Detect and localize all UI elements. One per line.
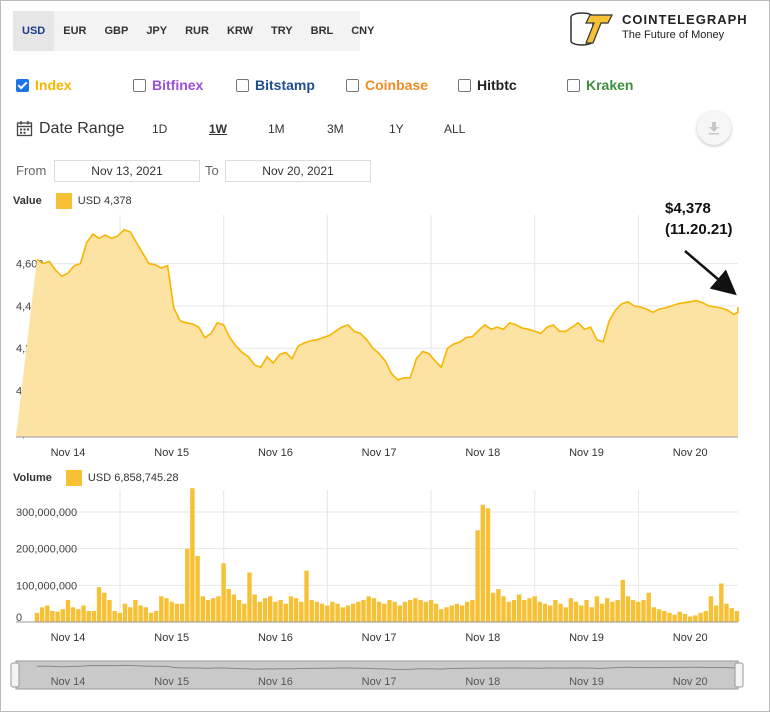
- exchange-label: Coinbase: [365, 77, 429, 93]
- exchange-kraken[interactable]: Kraken: [567, 77, 633, 93]
- logo-subtitle: The Future of Money: [622, 29, 725, 41]
- to-date-input[interactable]: [225, 160, 371, 182]
- value-legend-value: 4,378: [104, 195, 132, 207]
- calendar-icon: [16, 121, 33, 137]
- exchange-checkbox[interactable]: [458, 78, 471, 92]
- range-button-1m[interactable]: 1M: [268, 122, 285, 136]
- currency-tab-try[interactable]: TRY: [262, 11, 302, 51]
- exchange-filters: Index Bitfinex Bitstamp Coinbase Hitbtc Krake…: [16, 77, 770, 97]
- download-icon: [709, 122, 719, 135]
- range-button-all[interactable]: ALL: [444, 122, 465, 136]
- exchange-label: Kraken: [586, 77, 634, 93]
- exchange-label: Index: [35, 77, 72, 93]
- value-legend: Value USD 4,378: [13, 193, 132, 209]
- range-button-3m[interactable]: 3M: [327, 122, 344, 136]
- exchange-label: Hitbtc: [477, 77, 517, 93]
- currency-tab-eur[interactable]: EUR: [54, 11, 95, 51]
- range-button-1d[interactable]: 1D: [152, 122, 167, 136]
- volume-legend-series: USD: [87, 472, 112, 484]
- cointelegraph-logo: COINTELEGRAPH The Future of Money: [568, 9, 748, 49]
- currency-tabs: USD EUR GBP JPY RUR KRW TRY BRL CNY: [13, 11, 374, 51]
- exchange-bitfinex[interactable]: Bitfinex: [133, 77, 203, 93]
- volume-legend-title: Volume: [13, 472, 52, 484]
- range-button-1y[interactable]: 1Y: [389, 122, 404, 136]
- value-legend-series: USD: [77, 195, 101, 207]
- annotation-date: (11.20.21): [665, 221, 733, 238]
- volume-legend-value: 6,858,745.28: [114, 472, 179, 484]
- exchange-checkbox[interactable]: [236, 78, 249, 92]
- currency-tab-krw[interactable]: KRW: [218, 11, 262, 51]
- exchange-checkbox[interactable]: [133, 78, 146, 92]
- from-date-input[interactable]: [54, 160, 200, 182]
- currency-tab-jpy[interactable]: JPY: [137, 11, 176, 51]
- volume-legend-swatch: [65, 470, 82, 486]
- chart-widget-frame: [0, 0, 770, 712]
- download-button[interactable]: [697, 111, 731, 145]
- currency-tab-cny[interactable]: CNY: [342, 11, 383, 51]
- coin-stack-icon: [570, 12, 613, 46]
- date-range-row: Date Range 1D 1W 1M 3M 1Y ALL: [16, 118, 770, 140]
- exchange-coinbase[interactable]: Coinbase: [346, 77, 428, 93]
- annotation-price: $4,378: [665, 200, 711, 217]
- date-range-label: Date Range: [39, 120, 125, 137]
- exchange-checkbox[interactable]: [346, 78, 359, 92]
- range-button-1w[interactable]: 1W: [209, 122, 227, 136]
- value-legend-swatch: [55, 193, 72, 209]
- exchange-bitstamp[interactable]: Bitstamp: [236, 77, 315, 93]
- exchange-hitbtc[interactable]: Hitbtc: [458, 77, 517, 93]
- currency-tab-usd[interactable]: USD: [13, 11, 55, 51]
- price-annotation: $4,378 (11.20.21): [665, 198, 733, 240]
- exchange-checkbox[interactable]: [16, 78, 29, 92]
- exchange-label: Bitstamp: [255, 77, 315, 93]
- volume-legend: Volume USD 6,858,745.28: [13, 470, 178, 486]
- from-label: From: [16, 163, 47, 178]
- currency-tab-rur[interactable]: RUR: [176, 11, 218, 51]
- exchange-checkbox[interactable]: [567, 78, 580, 92]
- exchange-index[interactable]: Index: [16, 77, 72, 93]
- currency-tab-gbp[interactable]: GBP: [95, 11, 137, 51]
- currency-tab-brl[interactable]: BRL: [302, 11, 343, 51]
- value-legend-title: Value: [13, 195, 42, 207]
- logo-title: COINTELEGRAPH: [622, 12, 748, 27]
- to-label: To: [205, 163, 219, 178]
- exchange-label: Bitfinex: [152, 77, 204, 93]
